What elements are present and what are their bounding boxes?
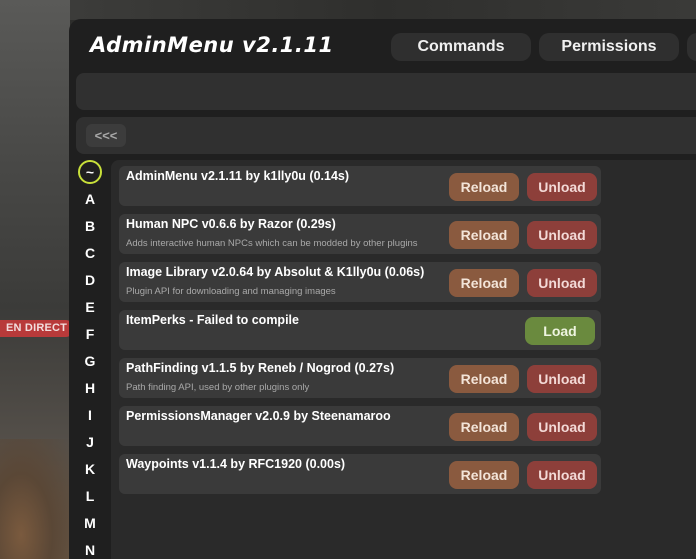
plugin-name: Waypoints v1.1.4 by RFC1920 (0.00s) — [126, 457, 346, 471]
letter-filter-b[interactable]: B — [78, 214, 102, 238]
live-status-badge: EN DIRECT — [0, 320, 74, 337]
plugin-name: AdminMenu v2.1.11 by k1lly0u (0.14s) — [126, 169, 350, 183]
plugin-name: PathFinding v1.1.5 by Reneb / Nogrod (0.… — [126, 361, 395, 375]
letter-filter-n[interactable]: N — [78, 538, 102, 559]
tab-overflow[interactable] — [687, 33, 696, 61]
reload-button[interactable]: Reload — [449, 221, 519, 249]
plugin-name: Image Library v2.0.64 by Absolut & K1lly… — [126, 265, 425, 279]
reload-button[interactable]: Reload — [449, 413, 519, 441]
plugin-description: Adds interactive human NPCs which can be… — [126, 238, 418, 249]
letter-filter-a[interactable]: A — [78, 187, 102, 211]
plugin-name: ItemPerks - Failed to compile — [126, 313, 299, 327]
letter-filter-e[interactable]: E — [78, 295, 102, 319]
plugin-row: Waypoints v1.1.4 by RFC1920 (0.00s) Reloa… — [119, 454, 601, 494]
plugin-description: Plugin API for downloading and managing … — [126, 286, 336, 297]
unload-button[interactable]: Unload — [527, 221, 597, 249]
navigation-bar — [76, 117, 696, 154]
unload-button[interactable]: Unload — [527, 365, 597, 393]
plugin-row: PathFinding v1.1.5 by Reneb / Nogrod (0.… — [119, 358, 601, 398]
letter-filter-g[interactable]: G — [78, 349, 102, 373]
reload-button[interactable]: Reload — [449, 269, 519, 297]
letter-filter-d[interactable]: D — [78, 268, 102, 292]
plugin-name: Human NPC v0.6.6 by Razor (0.29s) — [126, 217, 336, 231]
letter-filter-l[interactable]: L — [78, 484, 102, 508]
plugin-description: Path finding API, used by other plugins … — [126, 382, 310, 393]
unload-button[interactable]: Unload — [527, 269, 597, 297]
background-scene-ground — [0, 439, 70, 559]
plugin-row: AdminMenu v2.1.11 by k1lly0u (0.14s) Relo… — [119, 166, 601, 206]
reload-button[interactable]: Reload — [449, 461, 519, 489]
letter-filter-k[interactable]: K — [78, 457, 102, 481]
plugin-row: PermissionsManager v2.0.9 by Steenamaroo… — [119, 406, 601, 446]
menu-title: AdminMenu v2.1.11 — [90, 33, 334, 57]
letter-filter-i[interactable]: I — [78, 403, 102, 427]
tab-permissions[interactable]: Permissions — [539, 33, 679, 61]
plugin-row: ItemPerks - Failed to compile Load — [119, 310, 601, 350]
letter-filter-all[interactable]: ~ — [78, 160, 102, 184]
load-button[interactable]: Load — [525, 317, 595, 345]
letter-filter-f[interactable]: F — [78, 322, 102, 346]
letter-filter-j[interactable]: J — [78, 430, 102, 454]
unload-button[interactable]: Unload — [527, 173, 597, 201]
plugin-name: PermissionsManager v2.0.9 by Steenamaroo — [126, 409, 391, 423]
letter-filter-c[interactable]: C — [78, 241, 102, 265]
letter-filter-m[interactable]: M — [78, 511, 102, 535]
unload-button[interactable]: Unload — [527, 413, 597, 441]
reload-button[interactable]: Reload — [449, 365, 519, 393]
plugin-row: Human NPC v0.6.6 by Razor (0.29s) Adds in… — [119, 214, 601, 254]
unload-button[interactable]: Unload — [527, 461, 597, 489]
reload-button[interactable]: Reload — [449, 173, 519, 201]
letter-filter-h[interactable]: H — [78, 376, 102, 400]
background-top — [70, 0, 696, 20]
plugin-row: Image Library v2.0.64 by Absolut & K1lly… — [119, 262, 601, 302]
search-bar[interactable] — [76, 73, 696, 110]
tab-commands[interactable]: Commands — [391, 33, 531, 61]
back-button[interactable]: <<< — [86, 124, 126, 147]
